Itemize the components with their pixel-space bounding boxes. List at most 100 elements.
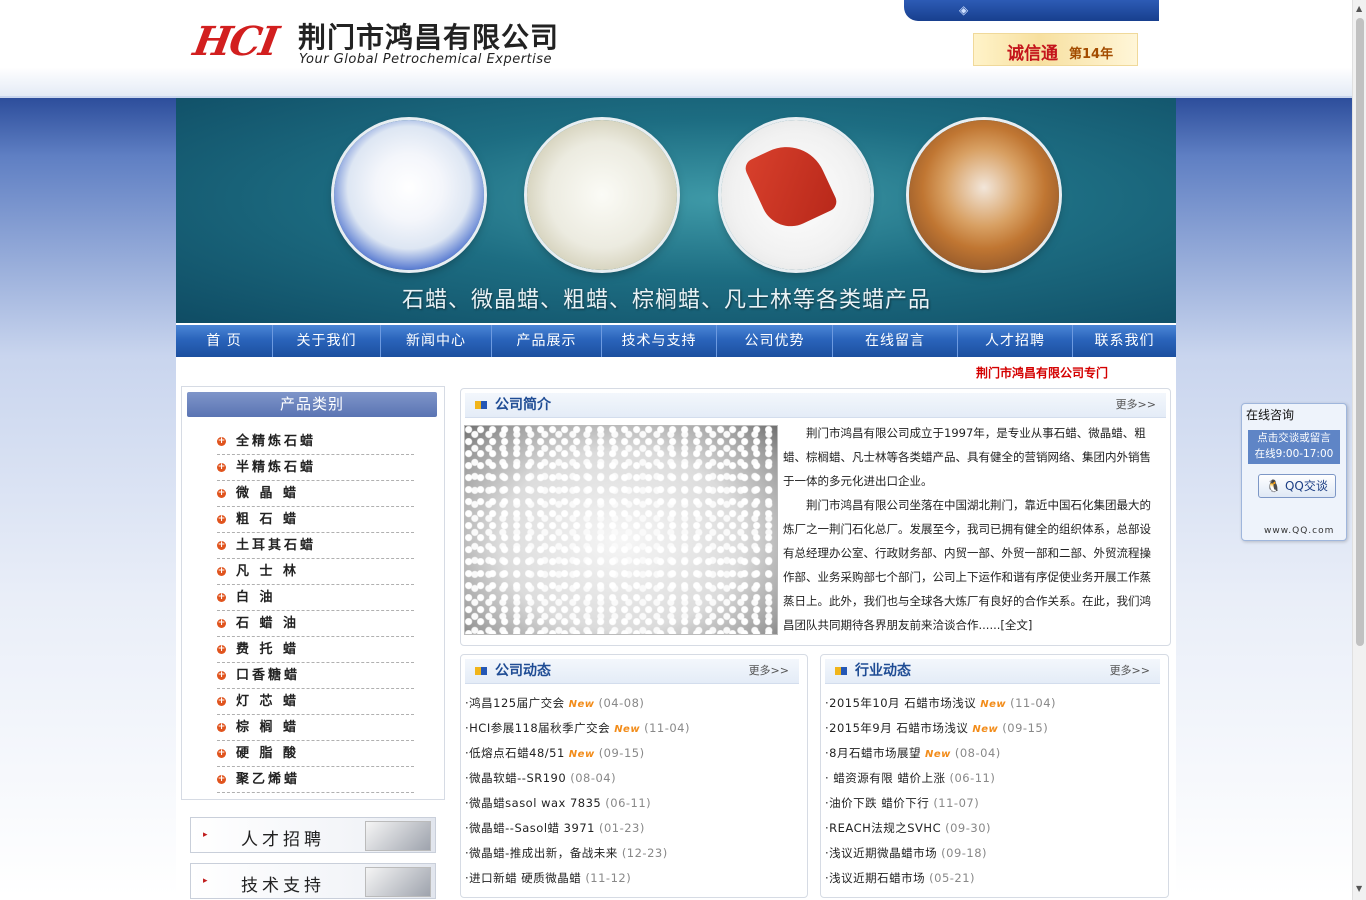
category-item[interactable]: + 白 油 bbox=[217, 585, 414, 611]
news-item[interactable]: ·鸿昌125届广交会 New (04-08) bbox=[465, 691, 690, 716]
new-badge: New bbox=[614, 724, 641, 735]
qq-chat-button[interactable]: 🐧 QQ交谈 bbox=[1258, 474, 1336, 498]
category-item[interactable]: + 费 托 蜡 bbox=[217, 637, 414, 663]
flag-icon bbox=[475, 401, 487, 409]
news-item[interactable]: ·微晶软蜡--SR190 (08-04) bbox=[465, 766, 690, 791]
category-title: 产品类别 bbox=[187, 392, 437, 417]
plus-icon: + bbox=[217, 670, 226, 680]
plus-icon: + bbox=[217, 774, 226, 784]
qq-widget-note[interactable]: 点击交谈或留言 在线9:00-17:00 bbox=[1248, 430, 1340, 464]
product-image-brown-wax bbox=[909, 120, 1059, 270]
category-item[interactable]: + 凡 士 林 bbox=[217, 559, 414, 585]
intro-title: 公司简介 bbox=[495, 397, 551, 413]
category-item[interactable]: + 微 晶 蜡 bbox=[217, 481, 414, 507]
industry-news-more-link[interactable]: 更多>> bbox=[1110, 659, 1150, 683]
plus-icon: + bbox=[217, 462, 226, 472]
plus-icon: + bbox=[217, 618, 226, 628]
nav-advantages[interactable]: 公司优势 bbox=[717, 325, 833, 357]
news-item[interactable]: ·进口新蜡 硬质微晶蜡 (11-12) bbox=[465, 866, 690, 891]
vertical-scrollbar[interactable]: ▲ ▼ bbox=[1352, 0, 1366, 900]
category-list: + 全精炼石蜡 + 半精炼石蜡 + 微 晶 蜡 + 粗 石 蜡 + 土耳其石蜡 + 凡 士 … bbox=[217, 429, 414, 793]
recruit-image bbox=[365, 821, 431, 851]
news-item[interactable]: ·微晶蜡--Sasol蜡 3971 (01-23) bbox=[465, 816, 690, 841]
recruit-button[interactable]: ▸ 人才招聘 bbox=[190, 817, 436, 853]
nav-news[interactable]: 新闻中心 bbox=[381, 325, 492, 357]
category-item[interactable]: + 聚乙烯蜡 bbox=[217, 767, 414, 793]
new-badge: New bbox=[972, 724, 999, 735]
scroll-down-icon[interactable]: ▼ bbox=[1356, 884, 1362, 893]
news-item[interactable]: ·2015年10月 石蜡市场浅议 New (11-04) bbox=[825, 691, 1056, 716]
category-item[interactable]: + 口香糖蜡 bbox=[217, 663, 414, 689]
news-item[interactable]: ·低熔点石蜡48/51 New (09-15) bbox=[465, 741, 690, 766]
qq-widget-title: 在线咨询 bbox=[1246, 408, 1295, 422]
category-item[interactable]: + 灯 芯 蜡 bbox=[217, 689, 414, 715]
company-news-header: 公司动态 更多>> bbox=[465, 659, 799, 684]
intro-paragraph: 荆门市鸿昌有限公司坐落在中国湖北荆门，靠近中国石化集团最大的炼厂之一荆门石化总厂… bbox=[783, 498, 1151, 632]
category-item[interactable]: + 石 蜡 油 bbox=[217, 611, 414, 637]
qq-url: www.QQ.com bbox=[1264, 526, 1335, 536]
chengxin-years: 第14年 bbox=[1069, 47, 1114, 62]
top-tab[interactable]: ◈ bbox=[904, 0, 1159, 21]
news-item[interactable]: ·2015年9月 石蜡市场浅议 New (09-15) bbox=[825, 716, 1056, 741]
scrollbar-thumb[interactable] bbox=[1356, 18, 1364, 646]
company-intro-panel: 公司简介 更多>> 荆门市鸿昌有限公司成立于1997年，是专业从事石蜡、微晶蜡、… bbox=[460, 388, 1171, 646]
nav-products[interactable]: 产品展示 bbox=[492, 325, 602, 357]
site-header: HCI 荆门市鸿昌有限公司 Your Global Petrochemical … bbox=[0, 0, 1352, 98]
product-category-panel: 产品类别 + 全精炼石蜡 + 半精炼石蜡 + 微 晶 蜡 + 粗 石 蜡 + 土耳其石蜡 … bbox=[181, 386, 445, 800]
nav-contact[interactable]: 联系我们 bbox=[1073, 325, 1176, 357]
company-name-cn: 荆门市鸿昌有限公司 bbox=[298, 21, 560, 54]
qq-note-line: 在线9:00-17:00 bbox=[1254, 448, 1334, 460]
intro-more-link[interactable]: 更多>> bbox=[1116, 393, 1156, 417]
news-item[interactable]: ·微晶蜡sasol wax 7835 (06-11) bbox=[465, 791, 690, 816]
scroll-up-icon[interactable]: ▲ bbox=[1356, 4, 1362, 13]
news-item[interactable]: ·8月石蜡市场展望 New (08-04) bbox=[825, 741, 1056, 766]
news-item[interactable]: ·油价下跌 蜡价下行 (11-07) bbox=[825, 791, 1056, 816]
company-news-more-link[interactable]: 更多>> bbox=[749, 659, 789, 683]
plus-icon: + bbox=[217, 696, 226, 706]
company-slogan: Your Global Petrochemical Expertise bbox=[299, 52, 553, 67]
industry-news-panel: 行业动态 更多>> ·2015年10月 石蜡市场浅议 New (11-04) ·20… bbox=[820, 654, 1169, 898]
news-item[interactable]: ·HCI参展118届秋季广交会 New (11-04) bbox=[465, 716, 690, 741]
category-item[interactable]: + 棕 榈 蜡 bbox=[217, 715, 414, 741]
category-item[interactable]: + 硬 脂 酸 bbox=[217, 741, 414, 767]
category-item[interactable]: + 粗 石 蜡 bbox=[217, 507, 414, 533]
nav-recruit[interactable]: 人才招聘 bbox=[958, 325, 1073, 357]
news-item[interactable]: ·微晶蜡-推成出新，备战未来 (12-23) bbox=[465, 841, 690, 866]
nav-message[interactable]: 在线留言 bbox=[833, 325, 958, 357]
qq-note-line: 点击交谈或留言 bbox=[1257, 432, 1331, 444]
support-button[interactable]: ▸ 技术支持 bbox=[190, 863, 436, 899]
nav-about[interactable]: 关于我们 bbox=[273, 325, 381, 357]
hci-logo[interactable]: HCI bbox=[190, 18, 281, 65]
plus-icon: + bbox=[217, 644, 226, 654]
category-item[interactable]: + 土耳其石蜡 bbox=[217, 533, 414, 559]
intro-header: 公司简介 更多>> bbox=[465, 393, 1166, 418]
industry-news-title: 行业动态 bbox=[855, 663, 911, 679]
qq-chat-label: QQ交谈 bbox=[1284, 479, 1328, 493]
category-item[interactable]: + 半精炼石蜡 bbox=[217, 455, 414, 481]
company-news-title: 公司动态 bbox=[495, 663, 551, 679]
news-item[interactable]: ·浅议近期石蜡市场 (05-21) bbox=[825, 866, 1056, 891]
nav-home[interactable]: 首 页 bbox=[176, 325, 273, 357]
product-image-bottle bbox=[721, 120, 871, 270]
new-badge: New bbox=[568, 749, 595, 760]
news-item[interactable]: · 蜡资源有限 蜡价上涨 (06-11) bbox=[825, 766, 1056, 791]
new-badge: New bbox=[980, 699, 1007, 710]
plus-icon: + bbox=[217, 748, 226, 758]
penguin-icon: 🐧 bbox=[1266, 479, 1282, 493]
qq-consult-widget: 在线咨询 点击交谈或留言 在线9:00-17:00 🐧 QQ交谈 www.QQ.… bbox=[1241, 403, 1347, 541]
banner-caption: 石蜡、微晶蜡、粗蜡、棕榈蜡、凡士林等各类蜡产品 bbox=[402, 288, 932, 313]
chengxin-badge[interactable]: 诚信通 第14年 bbox=[973, 33, 1138, 66]
flag-icon bbox=[835, 667, 847, 675]
news-item[interactable]: ·浅议近期微晶蜡市场 (09-18) bbox=[825, 841, 1056, 866]
arrow-right-icon: ▸ bbox=[203, 876, 208, 886]
product-image-microwax bbox=[527, 120, 677, 270]
category-item[interactable]: + 全精炼石蜡 bbox=[217, 429, 414, 455]
industry-news-list: ·2015年10月 石蜡市场浅议 New (11-04) ·2015年9月 石蜡市场… bbox=[825, 691, 1056, 891]
plus-icon: + bbox=[217, 514, 226, 524]
news-item[interactable]: ·REACH法规之SVHC (09-30) bbox=[825, 816, 1056, 841]
scrolling-notice: 荆门市鸿昌有限公司专门 bbox=[976, 366, 1109, 380]
new-badge: New bbox=[568, 699, 595, 710]
nav-support[interactable]: 技术与支持 bbox=[602, 325, 717, 357]
intro-image bbox=[464, 425, 778, 635]
plus-icon: + bbox=[217, 566, 226, 576]
